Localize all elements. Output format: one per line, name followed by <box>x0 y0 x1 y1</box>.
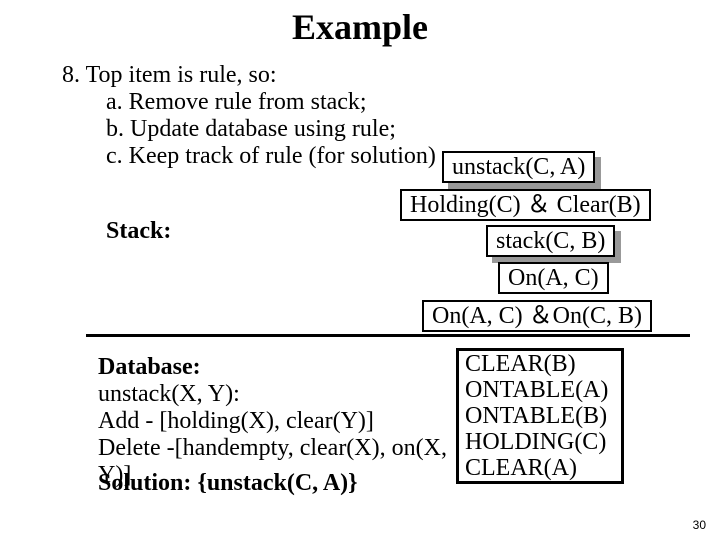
db-state-3: ONTABLE(B) <box>465 403 615 429</box>
page-number: 30 <box>693 518 706 532</box>
stack-bottom-text: On(A, C) ＆On(C, B) <box>432 303 642 329</box>
divider <box>86 334 690 337</box>
stack-box-unstack: unstack(C, A) <box>442 151 595 183</box>
slide-title: Example <box>0 0 720 48</box>
database-line1: unstack(X, Y): <box>98 381 478 408</box>
db-state-2: ONTABLE(A) <box>465 377 615 403</box>
database-state-box: CLEAR(B) ONTABLE(A) ONTABLE(B) HOLDING(C… <box>456 348 624 484</box>
stack-box-holding-clear: Holding(C) ＆ Clear(B) <box>400 189 651 221</box>
stack-row2-text: Holding(C) ＆ Clear(B) <box>410 192 641 218</box>
db-state-4: HOLDING(C) <box>465 429 615 455</box>
stack-row4-text: On(A, C) <box>508 265 599 291</box>
stack-label: Stack: <box>106 218 171 245</box>
bullet-8c: c. Keep track of rule (for solution) <box>106 143 436 170</box>
db-state-5: CLEAR(A) <box>465 455 615 481</box>
stack-box-goal: On(A, C) ＆On(C, B) <box>422 300 652 332</box>
database-line2: Add - [holding(X), clear(Y)] <box>98 408 478 435</box>
bullet-8a: a. Remove rule from stack; <box>106 89 702 116</box>
database-label: Database: <box>98 354 201 380</box>
slide: Example 8. Top item is rule, so: a. Remo… <box>0 0 720 540</box>
db-state-1: CLEAR(B) <box>465 351 615 377</box>
bullet-8b: b. Update database using rule; <box>106 116 702 143</box>
bullet-8-header: 8. Top item is rule, so: <box>62 62 702 89</box>
stack-box-stackcb-text: stack(C, B) <box>486 225 615 257</box>
stack-box-unstack-text: unstack(C, A) <box>442 151 595 183</box>
stack-box-stackcb: stack(C, B) <box>486 225 615 257</box>
solution-line: Solution: {unstack(C, A)} <box>98 470 358 497</box>
stack-box-on-ac: On(A, C) <box>498 262 609 294</box>
bullet-8: 8. Top item is rule, so: a. Remove rule … <box>62 62 702 170</box>
database-block: Database: unstack(X, Y): Add - [holding(… <box>98 354 478 488</box>
